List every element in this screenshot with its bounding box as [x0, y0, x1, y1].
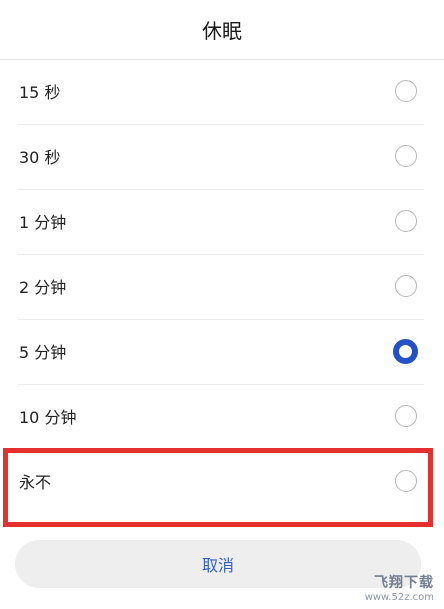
- option-never[interactable]: 永不: [0, 450, 444, 515]
- option-label: 永不: [19, 473, 52, 492]
- option-10-minutes[interactable]: 10 分钟: [0, 385, 444, 450]
- radio-button-icon[interactable]: [395, 404, 417, 427]
- radio-button-icon[interactable]: [395, 144, 417, 167]
- radio-button-icon[interactable]: [395, 469, 417, 492]
- watermark: 飞翔下载 www.52z.com: [365, 572, 434, 603]
- cancel-button[interactable]: 取消: [15, 540, 421, 588]
- dialog-title: 休眠: [0, 0, 444, 60]
- option-label: 15 秒: [19, 83, 61, 102]
- sleep-dialog: 休眠 15 秒 30 秒 1 分钟 2 分钟 5 分钟 10 分钟 永不 取消 …: [0, 0, 444, 609]
- option-label: 10 分钟: [19, 408, 77, 427]
- option-label: 2 分钟: [19, 278, 67, 297]
- options-list: 15 秒 30 秒 1 分钟 2 分钟 5 分钟 10 分钟 永不: [0, 60, 444, 515]
- option-label: 1 分钟: [19, 213, 67, 232]
- option-1-minute[interactable]: 1 分钟: [0, 190, 444, 255]
- radio-button-icon[interactable]: [395, 209, 417, 232]
- option-label: 30 秒: [19, 148, 61, 167]
- option-2-minutes[interactable]: 2 分钟: [0, 255, 444, 320]
- option-15-seconds[interactable]: 15 秒: [0, 60, 444, 125]
- radio-button-selected-icon[interactable]: [393, 338, 418, 364]
- watermark-title: 飞翔下载: [374, 575, 434, 591]
- radio-button-icon[interactable]: [395, 79, 417, 102]
- option-label: 5 分钟: [19, 343, 67, 362]
- watermark-url: www.52z.com: [364, 592, 434, 603]
- radio-button-icon[interactable]: [395, 274, 417, 297]
- option-5-minutes[interactable]: 5 分钟: [0, 320, 444, 385]
- option-30-seconds[interactable]: 30 秒: [0, 125, 444, 190]
